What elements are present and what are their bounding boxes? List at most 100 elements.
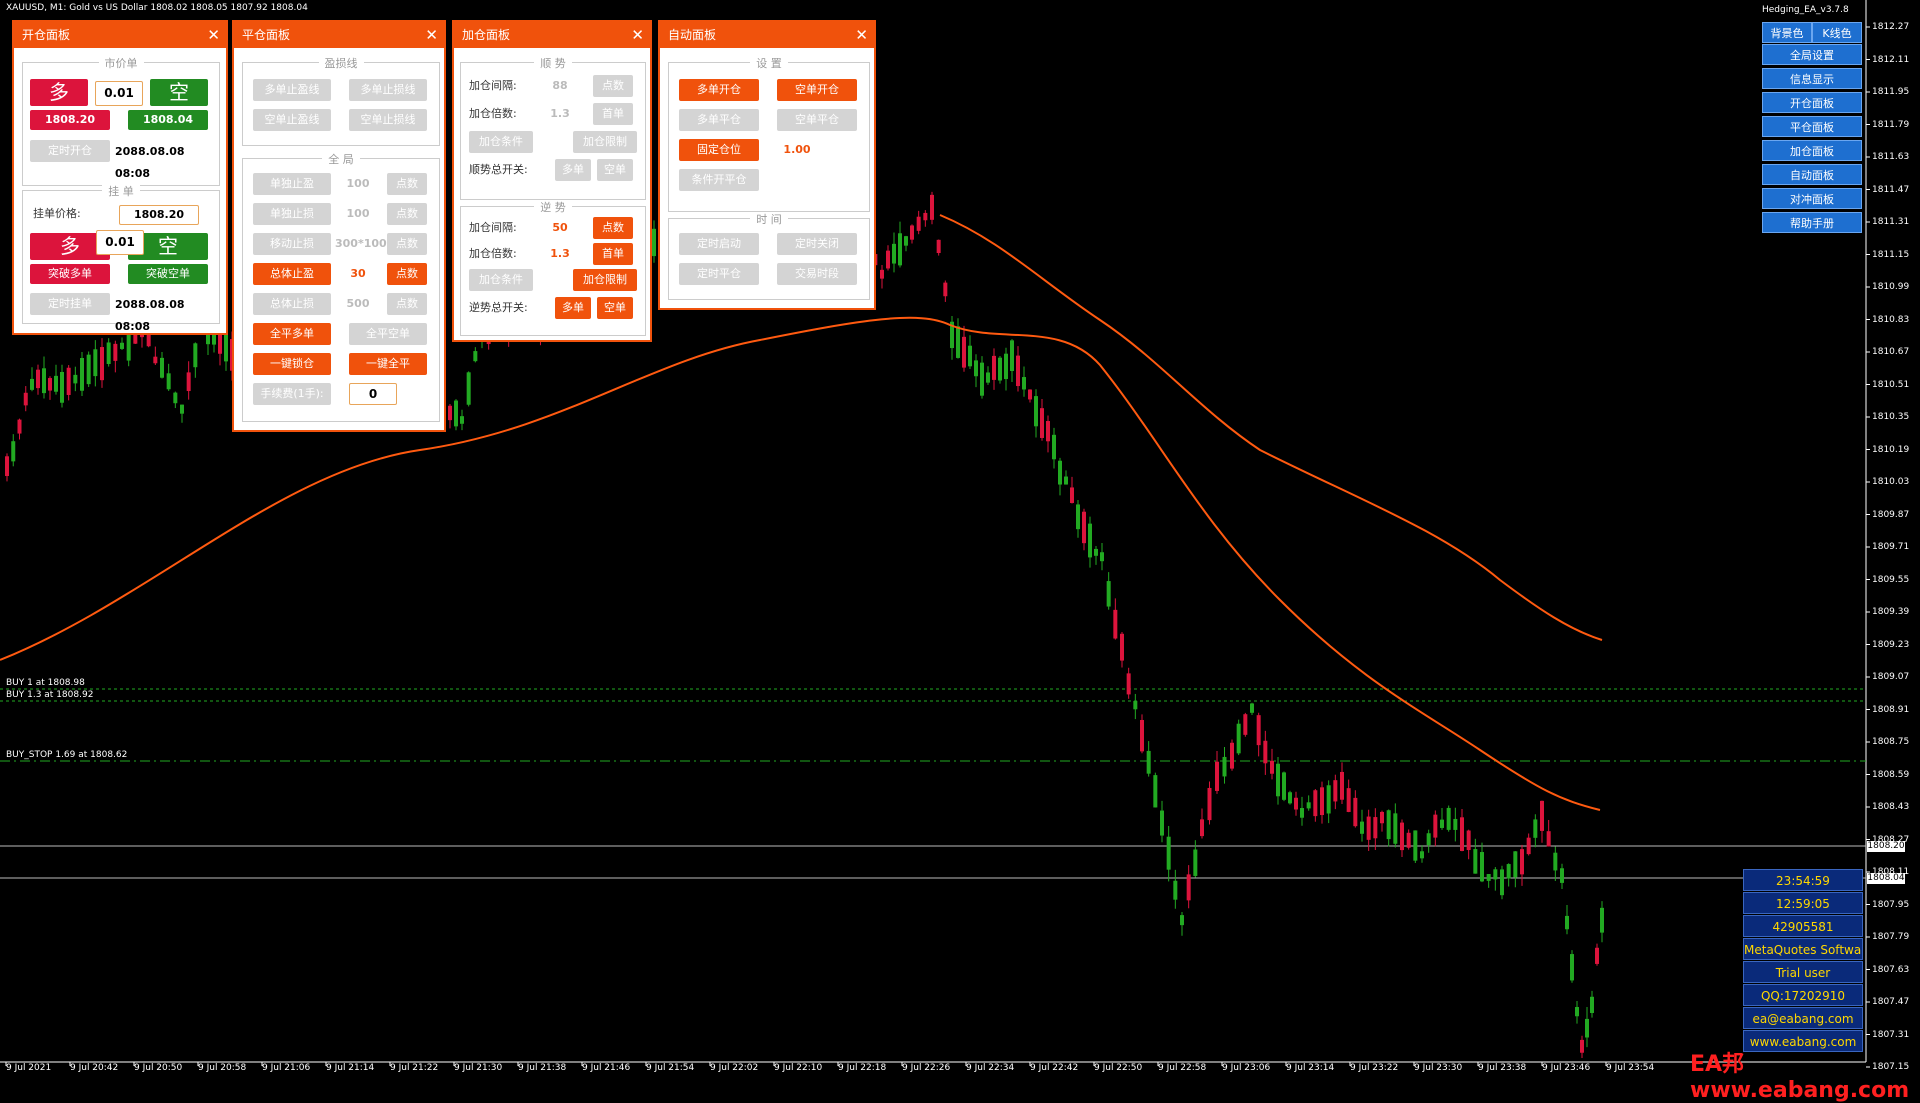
- total-sl-value[interactable]: 500: [335, 293, 381, 315]
- candle-body: [1460, 817, 1464, 851]
- menu-help-manual[interactable]: 帮助手册: [1762, 212, 1862, 233]
- close-icon[interactable]: ✕: [631, 22, 644, 48]
- trade-session-button[interactable]: 交易时段: [777, 263, 857, 285]
- candle-body: [23, 392, 28, 406]
- pending-price-input[interactable]: 1808.20: [119, 205, 199, 225]
- trailing-sl-button[interactable]: 移动止损: [253, 233, 331, 255]
- close-icon[interactable]: ✕: [425, 22, 438, 48]
- close-all-sell-button[interactable]: 全平空单: [349, 323, 427, 345]
- single-tp-points-button[interactable]: 点数: [387, 173, 427, 195]
- info-qq: QQ:17202910: [1743, 984, 1863, 1006]
- counter-first-order-button[interactable]: 首单: [593, 243, 633, 265]
- candle-body: [1010, 340, 1014, 371]
- sell-sl-line-button[interactable]: 空单止损线: [349, 109, 427, 131]
- sell-tp-line-button[interactable]: 空单止盈线: [253, 109, 331, 131]
- market-lot-input[interactable]: 0.01: [95, 81, 143, 106]
- y-tick-label: 1810.83: [1872, 314, 1910, 325]
- add-condition-button[interactable]: 加仓条件: [469, 131, 533, 153]
- single-tp-value[interactable]: 100: [335, 173, 381, 195]
- sell-price-button[interactable]: 1808.04: [128, 110, 208, 130]
- counter-buy-button[interactable]: 多单: [555, 297, 591, 319]
- single-sl-value[interactable]: 100: [335, 203, 381, 225]
- pending-lot-input[interactable]: 0.01: [96, 230, 144, 255]
- timed-stop-button[interactable]: 定时关闭: [777, 233, 857, 255]
- counter-sell-button[interactable]: 空单: [597, 297, 633, 319]
- timed-start-button[interactable]: 定时启动: [679, 233, 759, 255]
- trailing-value[interactable]: 300*100: [335, 233, 387, 255]
- trend-sell-button[interactable]: 空单: [597, 159, 633, 181]
- candle-body: [1553, 852, 1558, 871]
- candle-body: [1480, 852, 1484, 882]
- timed-pending-time[interactable]: 2088.08.08 08:08: [115, 294, 219, 333]
- interval-value[interactable]: 88: [545, 75, 575, 97]
- candle-body: [1106, 581, 1111, 607]
- candle-body: [1533, 819, 1538, 838]
- candle-body: [1585, 1018, 1589, 1038]
- one-click-lock-button[interactable]: 一键锁仓: [253, 353, 331, 375]
- single-sl-button[interactable]: 单独止损: [253, 203, 331, 225]
- menu-open-panel[interactable]: 开仓面板: [1762, 92, 1862, 113]
- total-tp-button[interactable]: 总体止盈: [253, 263, 331, 285]
- interval-points-button[interactable]: 点数: [593, 75, 633, 97]
- counter-multiplier-value[interactable]: 1.3: [545, 243, 575, 265]
- total-sl-button[interactable]: 总体止损: [253, 293, 331, 315]
- total-tp-points-button[interactable]: 点数: [387, 263, 427, 285]
- close-all-buy-button[interactable]: 全平多单: [253, 323, 331, 345]
- buy-price-button[interactable]: 1808.20: [30, 110, 110, 130]
- menu-global-settings[interactable]: 全局设置: [1762, 44, 1862, 65]
- bg-color-button[interactable]: 背景色: [1762, 22, 1812, 43]
- candle-body: [1306, 802, 1311, 809]
- candle-body: [1173, 880, 1178, 900]
- menu-close-panel[interactable]: 平仓面板: [1762, 116, 1862, 137]
- candle-body: [1413, 830, 1418, 861]
- auto-sell-close-button[interactable]: 空单平仓: [777, 109, 857, 131]
- trend-buy-button[interactable]: 多单: [555, 159, 591, 181]
- fixed-lot-button[interactable]: 固定仓位: [679, 139, 759, 161]
- close-icon[interactable]: ✕: [855, 22, 868, 48]
- fixed-lot-value[interactable]: 1.00: [777, 139, 817, 161]
- candle-body: [1565, 915, 1569, 930]
- timed-open-button[interactable]: 定时开仓: [30, 140, 110, 162]
- market-order-group: 市价单 多 0.01 空 1808.20 1808.04 定时开仓 2088.0…: [22, 57, 220, 186]
- auto-buy-open-button[interactable]: 多单开仓: [679, 79, 759, 101]
- counter-add-condition-button[interactable]: 加仓条件: [469, 269, 533, 291]
- one-click-close-all-button[interactable]: 一键全平: [349, 353, 427, 375]
- single-tp-button[interactable]: 单独止盈: [253, 173, 331, 195]
- market-buy-button[interactable]: 多: [30, 79, 88, 106]
- menu-add-panel[interactable]: 加仓面板: [1762, 140, 1862, 161]
- buy-line-label-1: BUY 1 at 1808.98: [6, 678, 85, 688]
- fee-input[interactable]: 0: [349, 383, 397, 405]
- breakout-buy-button[interactable]: 突破多单: [30, 264, 110, 284]
- candle-color-button[interactable]: K线色: [1812, 22, 1862, 43]
- first-order-button[interactable]: 首单: [593, 103, 633, 125]
- candle-body: [1028, 389, 1032, 400]
- buy-tp-line-button[interactable]: 多单止盈线: [253, 79, 331, 101]
- market-sell-button[interactable]: 空: [150, 79, 208, 106]
- x-tick-label: 9 Jul 20:58: [198, 1063, 247, 1073]
- candle-body: [1004, 353, 1008, 380]
- counter-interval-value[interactable]: 50: [545, 217, 575, 239]
- single-sl-points-button[interactable]: 点数: [387, 203, 427, 225]
- y-tick-label: 1811.47: [1872, 184, 1910, 195]
- candle-body: [1600, 907, 1604, 933]
- trailing-points-button[interactable]: 点数: [387, 233, 427, 255]
- counter-add-limit-button[interactable]: 加仓限制: [573, 269, 637, 291]
- conditional-open-close-button[interactable]: 条件开平仓: [679, 169, 759, 191]
- total-tp-value[interactable]: 30: [335, 263, 381, 285]
- auto-buy-close-button[interactable]: 多单平仓: [679, 109, 759, 131]
- candle-body: [93, 349, 98, 377]
- menu-auto-panel[interactable]: 自动面板: [1762, 164, 1862, 185]
- menu-hedge-panel[interactable]: 对冲面板: [1762, 188, 1862, 209]
- total-sl-points-button[interactable]: 点数: [387, 293, 427, 315]
- auto-sell-open-button[interactable]: 空单开仓: [777, 79, 857, 101]
- add-limit-button[interactable]: 加仓限制: [573, 131, 637, 153]
- timed-open-time[interactable]: 2088.08.08 08:08: [115, 141, 219, 180]
- timed-close-button[interactable]: 定时平仓: [679, 263, 759, 285]
- close-icon[interactable]: ✕: [207, 22, 220, 48]
- menu-info-display[interactable]: 信息显示: [1762, 68, 1862, 89]
- buy-sl-line-button[interactable]: 多单止损线: [349, 79, 427, 101]
- timed-pending-button[interactable]: 定时挂单: [30, 293, 110, 315]
- counter-points-button[interactable]: 点数: [593, 217, 633, 239]
- multiplier-value[interactable]: 1.3: [545, 103, 575, 125]
- breakout-sell-button[interactable]: 突破空单: [128, 264, 208, 284]
